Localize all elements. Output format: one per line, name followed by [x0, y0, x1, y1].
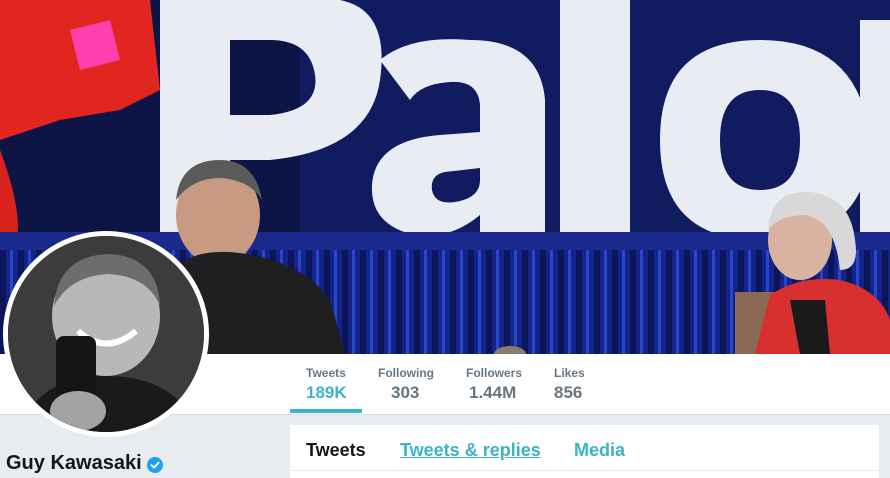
tabs-divider: [290, 470, 879, 471]
profile-name-text: Guy Kawasaki: [6, 452, 142, 474]
stat-tweets-value: 189K: [306, 383, 347, 402]
timeline-tabs: Tweets Tweets & replies Media: [290, 425, 879, 478]
tab-tweets[interactable]: Tweets: [306, 440, 366, 461]
stat-following[interactable]: Following 303: [378, 366, 434, 404]
stat-tweets-label: Tweets: [306, 366, 346, 380]
tab-tweets-and-replies[interactable]: Tweets & replies: [400, 440, 541, 461]
stat-tweets[interactable]: Tweets 189K: [306, 366, 347, 404]
stat-likes[interactable]: Likes 856: [554, 366, 585, 404]
stat-followers[interactable]: Followers 1.44M: [466, 366, 522, 404]
active-stat-indicator: [290, 409, 362, 413]
stat-likes-value: 856: [554, 383, 583, 402]
profile-name: Guy Kawasaki: [6, 452, 163, 475]
tab-media[interactable]: Media: [574, 440, 625, 461]
stat-followers-value: 1.44M: [469, 383, 517, 402]
stat-following-value: 303: [391, 383, 420, 402]
profile-page: Tweets 189K Following 303 Followers 1.44…: [0, 0, 890, 478]
stat-following-label: Following: [378, 366, 434, 380]
profile-photo: [8, 236, 204, 432]
stat-likes-label: Likes: [554, 366, 585, 380]
avatar[interactable]: [3, 231, 209, 437]
verified-badge-icon: [146, 456, 163, 473]
stat-followers-label: Followers: [466, 366, 523, 380]
